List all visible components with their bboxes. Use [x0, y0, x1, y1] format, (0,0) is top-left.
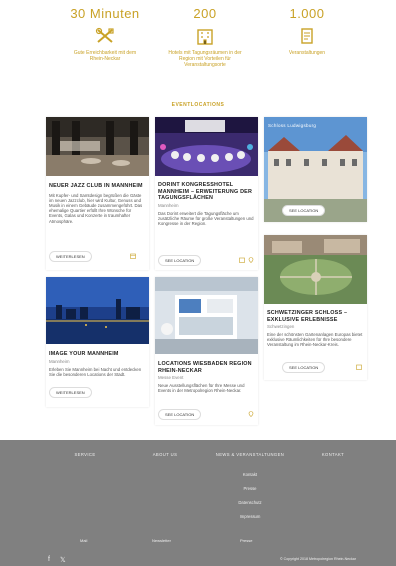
- card-image: [46, 277, 149, 344]
- footer-col-news[interactable]: NEWS & VERANSTALTUNGEN: [205, 452, 295, 457]
- card-title: LOCATIONS WIESBADEN REGION RHEIN-NECKAR: [158, 361, 252, 374]
- card-title: SCHWETZINGER SCHLOSS – EXKLUSIVE ERLEBNI…: [267, 310, 348, 323]
- footer-press-link[interactable]: Presse: [240, 538, 252, 543]
- facebook-icon[interactable]: f: [48, 556, 50, 563]
- card-mannheim-night: IMAGE YOUR MANNHEIM Mannheim Erleben Sie…: [46, 277, 149, 407]
- twitter-icon[interactable]: 𝕏: [60, 556, 66, 564]
- calendar-icon[interactable]: [130, 253, 136, 259]
- footer: SERVICE ABOUT US NEWS & VERANSTALTUNGEN …: [0, 440, 396, 566]
- card-title: DORINT KONGRESSHOTEL MANNHEIM – ERWEITER…: [158, 182, 253, 201]
- see-location-button[interactable]: SEE LOCATION: [282, 362, 326, 373]
- card-text: Mit Kupfer- und Samtdesign begrüßen die …: [49, 192, 143, 224]
- footer-col-about[interactable]: ABOUT US: [120, 452, 210, 457]
- image-caption: Schloss Ludwigsburg: [268, 123, 317, 128]
- read-more-button[interactable]: WEITERLESEN: [49, 251, 92, 262]
- jazz-club-image: [46, 117, 149, 176]
- copyright: © Copyright 2018 Metropolregion Rhein-Ne…: [280, 557, 356, 561]
- footer-col-service[interactable]: SERVICE: [40, 452, 130, 457]
- location-pin-icon[interactable]: [248, 411, 254, 417]
- see-location-button[interactable]: SEE LOCATION: [158, 255, 202, 266]
- footer-link[interactable]: Presse: [205, 486, 295, 491]
- card-title: NEUER JAZZ CLUB IN MANNHEIM: [49, 183, 143, 189]
- card-jazz-club: NEUER JAZZ CLUB IN MANNHEIM Mit Kupfer- …: [46, 117, 149, 270]
- footer-col-contact[interactable]: KONTAKT: [288, 452, 378, 457]
- read-more-button[interactable]: WEITERLESEN: [49, 387, 92, 398]
- card-schwetzingen: SCHWETZINGER SCHLOSS – EXKLUSIVE ERLEBNI…: [264, 235, 367, 380]
- calendar-icon[interactable]: [239, 257, 245, 263]
- footer-link[interactable]: Datenschutz: [205, 500, 295, 505]
- stat-desc: Veranstaltungen: [288, 50, 326, 56]
- section-title: EVENTLOCATIONS: [171, 102, 225, 108]
- stat-events: 1.000 Veranstaltungen: [247, 6, 367, 56]
- card-text: Das Dorint erweitert die Tagungsfläche u…: [158, 210, 254, 226]
- footer-newsletter-link[interactable]: Newsletter: [152, 538, 171, 543]
- stats-section: 30 Minuten Gute Erreichbarkeit mit dem Rh…: [0, 6, 396, 78]
- card-image: [155, 117, 258, 176]
- card-text: Neue Ausstellungsflächen für Ihre Messe …: [158, 383, 245, 394]
- footer-link[interactable]: Kontakt: [205, 472, 295, 477]
- building-icon: [197, 29, 213, 45]
- card-text: Eine der schönsten Gartenanlagen Europas…: [267, 332, 363, 348]
- stat-number: 1.000: [289, 6, 325, 21]
- see-location-button[interactable]: SEE LOCATION: [158, 409, 202, 420]
- exhibition-booth-image: [155, 277, 258, 354]
- location-pin-icon[interactable]: [248, 257, 254, 263]
- card-messe: LOCATIONS WIESBADEN REGION RHEIN-NECKAR …: [155, 277, 258, 425]
- footer-link[interactable]: Impressum: [205, 514, 295, 519]
- conference-hall-image: [155, 117, 258, 176]
- see-location-button[interactable]: SEE LOCATION: [282, 205, 326, 216]
- calendar-icon[interactable]: [356, 364, 362, 370]
- card-dorint: DORINT KONGRESSHOTEL MANNHEIM – ERWEITER…: [155, 117, 258, 270]
- tools-icon: [95, 27, 114, 43]
- palace-garden-image: [264, 235, 367, 304]
- card-image: [46, 117, 149, 176]
- card-text: Erleben Sie Mannheim bei Nacht und entde…: [49, 366, 142, 376]
- document-icon: [301, 28, 313, 44]
- card-ludwigsburg: Schloss Ludwigsburg SEE LOCATION: [264, 117, 367, 222]
- footer-mail-link[interactable]: Mail: [80, 538, 87, 543]
- card-image: [155, 277, 258, 354]
- card-image: [264, 235, 367, 304]
- night-city-image: [46, 277, 149, 344]
